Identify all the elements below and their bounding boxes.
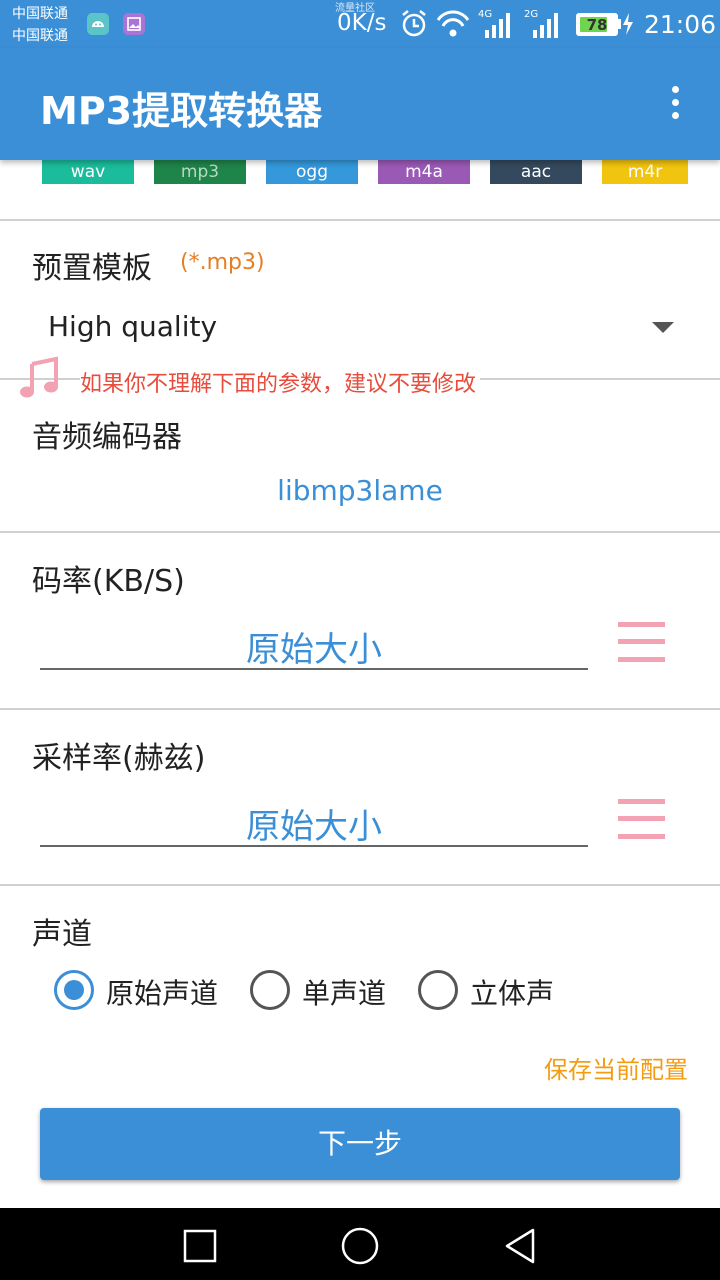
format-chip-m4r[interactable]: m4r: [602, 160, 688, 184]
android-icon: [87, 13, 109, 35]
bitrate-menu-icon[interactable]: [618, 622, 665, 662]
bitrate-title: 码率(KB/S): [32, 564, 185, 599]
music-note-icon: [20, 356, 58, 398]
divider: [0, 708, 720, 710]
warning-text: 如果你不理解下面的参数，建议不要修改: [80, 366, 481, 398]
radio-stereo[interactable]: [418, 970, 458, 1010]
save-config-link[interactable]: 保存当前配置: [544, 1050, 688, 1085]
codec-title: 音频编码器: [32, 420, 182, 455]
preset-extension-hint: (*.mp3): [180, 250, 265, 275]
charging-icon: [623, 13, 633, 35]
divider: [0, 531, 720, 533]
sample-rate-underline: [40, 845, 588, 847]
codec-value[interactable]: libmp3lame: [0, 474, 720, 507]
radio-label-stereo[interactable]: 立体声: [470, 972, 554, 1012]
preset-title: 预置模板: [32, 251, 152, 286]
radio-label-mono[interactable]: 单声道: [302, 972, 386, 1012]
dropdown-arrow-icon[interactable]: [652, 322, 674, 333]
status-bar: 中国联通 中国联通 流量社区 0K/s 4G 2G 78 21:06: [0, 0, 720, 48]
sample-rate-title: 采样率(赫兹): [32, 741, 206, 776]
battery-icon: 78: [576, 13, 618, 36]
alarm-icon: [402, 10, 426, 37]
sample-rate-input[interactable]: 原始大小: [40, 799, 588, 848]
carrier-2-label: 中国联通: [12, 28, 68, 44]
app-bar: MP3提取转换器: [0, 48, 720, 160]
status-icons: 4G 2G: [402, 9, 558, 38]
sample-rate-menu-icon[interactable]: [618, 799, 665, 839]
gallery-icon: [123, 13, 145, 35]
home-icon[interactable]: [340, 1226, 380, 1266]
app-title: MP3提取转换器: [40, 89, 323, 133]
format-chip-wav[interactable]: wav: [42, 160, 134, 184]
clock: 21:06: [644, 10, 717, 39]
divider: [0, 219, 720, 221]
network-4g-label: 4G: [478, 9, 492, 20]
format-chip-ogg[interactable]: ogg: [266, 160, 358, 184]
radio-original-channel[interactable]: [54, 970, 94, 1010]
radio-mono[interactable]: [250, 970, 290, 1010]
network-speed: 0K/s: [337, 10, 387, 36]
carrier-1-label: 中国联通: [12, 6, 68, 22]
wifi-icon: [436, 10, 470, 37]
battery-level: 78: [586, 16, 608, 34]
format-chip-mp3[interactable]: mp3: [154, 160, 246, 184]
channels-title: 声道: [32, 917, 92, 952]
network-2g-label: 2G: [524, 9, 538, 20]
radio-label-original-channel[interactable]: 原始声道: [106, 972, 218, 1012]
preset-dropdown-value[interactable]: High quality: [48, 310, 217, 343]
next-step-button[interactable]: 下一步: [40, 1108, 680, 1180]
bitrate-input[interactable]: 原始大小: [40, 622, 588, 671]
back-icon[interactable]: [500, 1226, 540, 1266]
recent-apps-icon[interactable]: [180, 1226, 220, 1266]
bitrate-underline: [40, 668, 588, 670]
format-chip-aac[interactable]: aac: [490, 160, 582, 184]
format-chip-m4a[interactable]: m4a: [378, 160, 470, 184]
system-nav-bar: [0, 1208, 720, 1280]
divider: [0, 884, 720, 886]
more-vert-icon[interactable]: [662, 84, 690, 124]
